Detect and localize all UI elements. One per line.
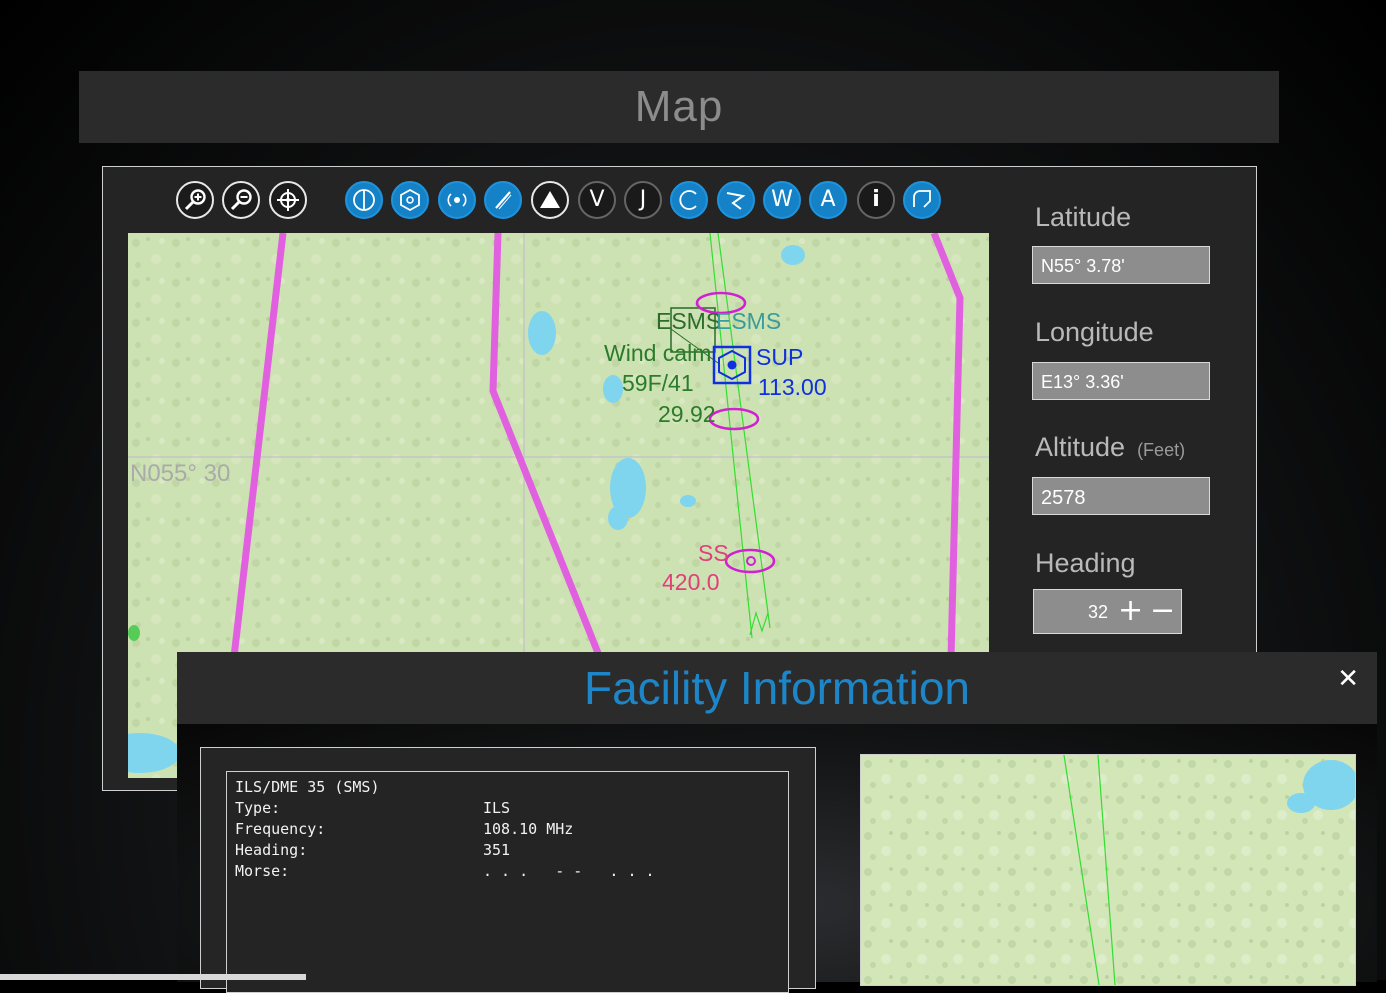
altitude-label: Altitude <box>1035 432 1125 462</box>
longitude-label: Longitude <box>1035 317 1154 348</box>
forest-patch <box>128 625 140 641</box>
longitude-field[interactable]: E13° 3.36' <box>1032 362 1210 400</box>
latitude-field[interactable]: N55° 3.78' <box>1032 246 1210 284</box>
j-layer-button[interactable]: J <box>624 181 662 219</box>
type-value: ILS <box>483 799 510 817</box>
airport-code-label: ESMS <box>656 308 721 335</box>
facility-minimap[interactable] <box>860 754 1356 986</box>
aircraft-layer-button[interactable] <box>531 181 569 219</box>
heading-stepper: 32 + − <box>1033 589 1182 634</box>
half-circle-icon <box>351 187 377 213</box>
ndb-icon <box>444 187 470 213</box>
lake <box>680 495 696 507</box>
c-icon <box>676 187 702 213</box>
heading-value[interactable]: 32 <box>1088 602 1108 623</box>
lake <box>608 506 628 530</box>
map-title-bar: Map <box>79 71 1279 143</box>
close-button[interactable]: ✕ <box>1337 664 1359 694</box>
latitude-label: Latitude <box>1035 202 1131 233</box>
airport-layer-button[interactable] <box>484 181 522 219</box>
minimap-graphics <box>861 755 1355 985</box>
lake <box>781 245 805 265</box>
zoom-in-icon <box>182 187 208 213</box>
v-layer-button[interactable]: V <box>578 181 616 219</box>
vor-frequency-label: 113.00 <box>758 374 827 401</box>
zoom-out-button[interactable] <box>222 181 260 219</box>
crosshair-icon <box>275 187 301 213</box>
route-layer-button[interactable] <box>717 181 755 219</box>
facility-details-text: ILS/DME 35 (SMS) Type: ILS Frequency: 10… <box>226 771 789 993</box>
j-icon: J <box>640 189 647 211</box>
lake <box>603 375 623 403</box>
map-title: Map <box>635 82 724 132</box>
ndb-name-label: SS <box>698 540 729 567</box>
vor-name-label: SUP <box>756 344 803 371</box>
heading-label: Heading <box>1035 548 1136 579</box>
altitude-field[interactable]: 2578 <box>1032 477 1210 515</box>
runway-icon <box>490 187 516 213</box>
vor-icon <box>397 187 423 213</box>
weather-pressure-label: 29.92 <box>658 401 716 428</box>
facility-header-line: ILS/DME 35 (SMS) <box>235 778 380 796</box>
a-layer-button[interactable]: A <box>809 181 847 219</box>
info-button[interactable]: i <box>857 181 895 219</box>
facility-title: Facility Information <box>177 652 1377 724</box>
weather-temp-label: 59F/41 <box>622 370 694 397</box>
vor-layer-button[interactable] <box>391 181 429 219</box>
heading-decrement-button[interactable]: − <box>1150 594 1175 628</box>
center-map-button[interactable] <box>269 181 307 219</box>
heading-increment-button[interactable]: + <box>1118 594 1143 628</box>
weather-wind-label: Wind calm <box>604 340 711 367</box>
zoom-in-button[interactable] <box>176 181 214 219</box>
type-key: Type: <box>235 799 280 817</box>
morse-key: Morse: <box>235 862 289 880</box>
arc-icon <box>909 187 935 213</box>
info-icon: i <box>872 189 880 211</box>
layer-toggle-button[interactable] <box>345 181 383 219</box>
route-icon <box>723 187 749 213</box>
frequency-key: Frequency: <box>235 820 325 838</box>
facility-info-dialog: Facility Information ✕ ILS/DME 35 (SMS) … <box>177 652 1377 982</box>
arc-layer-button[interactable] <box>903 181 941 219</box>
v-icon: V <box>589 189 604 211</box>
grid-latitude-label: N055° 30 <box>130 460 230 488</box>
taskbar-strip <box>0 974 306 980</box>
w-icon: W <box>771 189 793 211</box>
frequency-value: 108.10 MHz <box>483 820 573 838</box>
ndb-layer-button[interactable] <box>438 181 476 219</box>
altitude-unit: (Feet) <box>1137 440 1185 460</box>
w-layer-button[interactable]: W <box>763 181 801 219</box>
morse-value: . . . - - . . . <box>483 862 655 880</box>
altitude-label-row: Altitude (Feet) <box>1035 432 1185 463</box>
heading-key: Heading: <box>235 841 307 859</box>
zoom-out-icon <box>228 187 254 213</box>
a-icon: A <box>820 189 835 211</box>
airport-code-label-2: ESMS <box>716 308 781 335</box>
c-layer-button[interactable] <box>670 181 708 219</box>
lake <box>528 311 556 355</box>
ndb-frequency-label: 420.0 <box>662 569 720 596</box>
triangle-icon <box>537 187 563 213</box>
heading-info-value: 351 <box>483 841 510 859</box>
